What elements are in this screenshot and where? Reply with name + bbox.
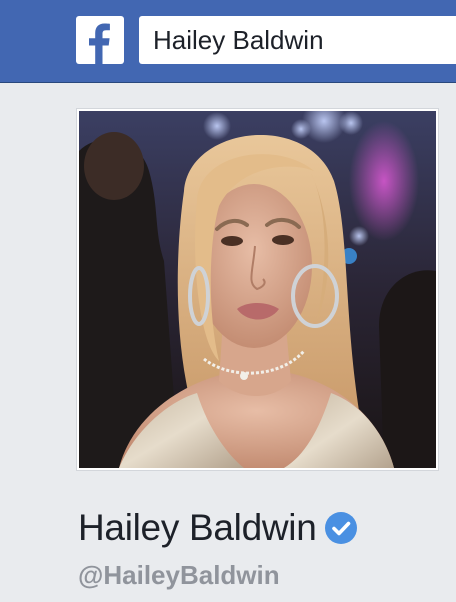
facebook-logo-icon[interactable] xyxy=(76,16,124,64)
profile-photo-frame[interactable] xyxy=(76,108,439,471)
profile-name-row: Hailey Baldwin xyxy=(78,505,358,551)
search-input[interactable] xyxy=(139,16,456,64)
top-navigation-bar xyxy=(0,0,456,83)
profile-name[interactable]: Hailey Baldwin xyxy=(78,507,317,549)
facebook-f-icon xyxy=(89,23,110,64)
profile-username[interactable]: @HaileyBaldwin xyxy=(78,560,280,591)
verified-badge-icon xyxy=(325,512,358,544)
profile-photo xyxy=(79,111,436,468)
